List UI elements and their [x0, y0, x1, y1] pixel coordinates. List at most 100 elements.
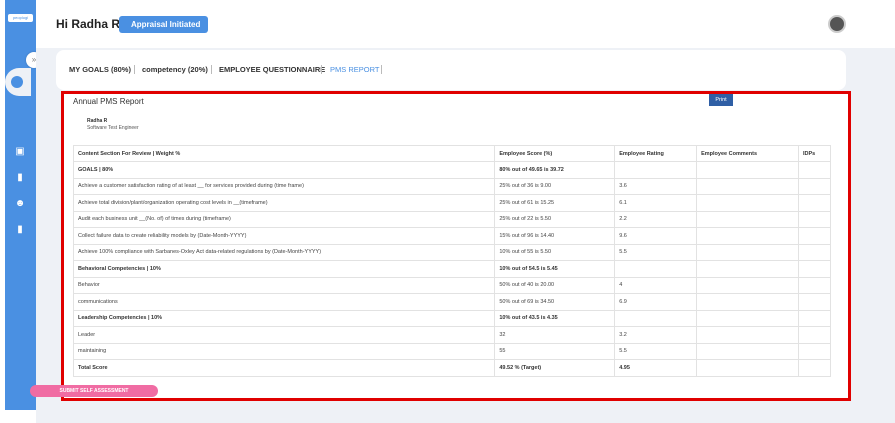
tabs-bar: MY GOALS (80%) competency (20%) EMPLOYEE… — [56, 50, 846, 90]
section-row: GOALS | 80% 80% out of 49.65 is 39.72 — [72, 161, 832, 179]
table-cell: 10% out of 54.5 is 5.45 — [494, 260, 616, 278]
section-row: Leadership Competencies | 10% 10% out of … — [72, 309, 832, 327]
table-cell — [797, 326, 832, 344]
column-header: Content Section For Review | Weight % — [72, 145, 496, 162]
table-cell — [696, 177, 799, 195]
team-icon[interactable]: ☻ — [14, 198, 26, 210]
section-row: Behavioral Competencies | 10% 10% out of … — [72, 260, 832, 278]
table-cell — [614, 309, 698, 327]
table-cell — [696, 260, 799, 278]
print-button[interactable]: Print — [709, 94, 733, 106]
table-cell: Leader — [72, 326, 496, 344]
table-cell: 10% out of 55 is 5.50 — [494, 243, 616, 261]
table-cell — [696, 210, 799, 228]
column-header: Employee Comments — [696, 145, 799, 162]
table-cell — [797, 210, 832, 228]
table-cell — [797, 309, 832, 327]
table-cell — [696, 326, 799, 344]
table-cell: maintaining — [72, 342, 496, 360]
table-cell — [696, 276, 799, 294]
table-cell — [797, 293, 832, 311]
table-cell: 6.1 — [614, 194, 698, 212]
table-cell — [797, 260, 832, 278]
table-cell: 32 — [494, 326, 616, 344]
section-row: Total Score 49.52 % (Target) 4.95 — [72, 359, 832, 377]
table-cell: 10% out of 43.5 is 4.35 — [494, 309, 616, 327]
table-cell: 15% out of 96 is 14.40 — [494, 227, 616, 245]
table-row: Leader 32 3.2 — [72, 326, 832, 344]
table-row: Achieve a customer satisfaction rating o… — [72, 177, 832, 195]
table-cell — [797, 243, 832, 261]
table-cell: 9.6 — [614, 227, 698, 245]
table-row: maintaining 55 5.5 — [72, 342, 832, 360]
sidebar-active-tab[interactable] — [5, 68, 31, 96]
table-header-row: Content Section For Review | Weight % Em… — [72, 145, 832, 162]
header: Hi Radha R Appraisal Initiated — [36, 0, 895, 48]
table-cell: Achieve total division/plant/organizatio… — [72, 194, 496, 212]
column-header: Employee Rating — [614, 145, 698, 162]
table-cell: Collect failure data to create reliabili… — [72, 227, 496, 245]
pms-table: Content Section For Review | Weight % Em… — [72, 145, 832, 377]
table-cell — [797, 276, 832, 294]
table-cell: 25% out of 61 is 15.25 — [494, 194, 616, 212]
table-cell: 5.5 — [614, 342, 698, 360]
table-cell — [696, 293, 799, 311]
tab-pms-report[interactable]: PMS REPORT — [330, 65, 379, 74]
employee-role: Software Test Engineer — [87, 125, 139, 131]
table-cell: 49.52 % (Target) — [494, 359, 616, 377]
tab-competency[interactable]: competency (20%) — [142, 65, 208, 74]
table-row: Behavior 50% out of 40 is 20.00 4 — [72, 276, 832, 294]
report-title: Annual PMS Report — [73, 97, 144, 106]
table-cell: 3.6 — [614, 177, 698, 195]
submit-self-assessment-button[interactable]: SUBMIT SELF ASSESSMENT — [30, 385, 158, 397]
table-cell: GOALS | 80% — [72, 161, 496, 179]
table-row: Audit each business unit __(No. of) of t… — [72, 210, 832, 228]
tab-separator — [321, 65, 322, 74]
table-cell: Audit each business unit __(No. of) of t… — [72, 210, 496, 228]
table-cell — [797, 227, 832, 245]
table-row: Achieve 100% compliance with Sarbanes-Ox… — [72, 243, 832, 261]
table-cell: 50% out of 40 is 20.00 — [494, 276, 616, 294]
table-cell: 3.2 — [614, 326, 698, 344]
table-cell: 5.5 — [614, 243, 698, 261]
avatar[interactable] — [828, 15, 846, 33]
app-logo: peoplogi — [8, 14, 33, 22]
table-cell — [696, 359, 799, 377]
home-icon[interactable]: ▣ — [14, 146, 26, 158]
table-cell: 50% out of 69 is 34.50 — [494, 293, 616, 311]
table-row: Collect failure data to create reliabili… — [72, 227, 832, 245]
table-cell: Behavioral Competencies | 10% — [72, 260, 496, 278]
table-cell: 2.2 — [614, 210, 698, 228]
book-icon[interactable]: ▮ — [14, 172, 26, 184]
table-cell — [797, 359, 832, 377]
main-area: Hi Radha R Appraisal Initiated MY GOALS … — [36, 0, 895, 423]
column-header: IDPs — [797, 145, 832, 162]
table-cell — [797, 161, 832, 179]
tab-employee-questionnaire[interactable]: EMPLOYEE QUESTIONNAIRE — [219, 65, 325, 74]
table-cell — [797, 342, 832, 360]
greeting: Hi Radha R — [56, 17, 121, 31]
table-cell: 4.95 — [614, 359, 698, 377]
table-row: communications 50% out of 69 is 34.50 6.9 — [72, 293, 832, 311]
table-cell: 4 — [614, 276, 698, 294]
doc-icon[interactable]: ▮ — [14, 224, 26, 236]
table-cell — [696, 194, 799, 212]
tab-separator — [211, 65, 212, 74]
table-cell: Achieve a customer satisfaction rating o… — [72, 177, 496, 195]
appraisal-icon — [11, 76, 23, 88]
table-cell: 25% out of 22 is 5.50 — [494, 210, 616, 228]
table-cell — [614, 260, 698, 278]
table-cell — [696, 309, 799, 327]
table-row: Achieve total division/plant/organizatio… — [72, 194, 832, 212]
table-cell: Total Score — [72, 359, 496, 377]
table-cell: 25% out of 36 is 9.00 — [494, 177, 616, 195]
tab-separator — [134, 65, 135, 74]
app-window: peoplogi ▣ ▮ ☻ ▮ » Hi Radha R Appraisal … — [0, 0, 895, 423]
table-cell: 6.9 — [614, 293, 698, 311]
status-badge: Appraisal Initiated — [119, 16, 209, 33]
table-cell: communications — [72, 293, 496, 311]
table-cell: 55 — [494, 342, 616, 360]
tab-my-goals[interactable]: MY GOALS (80%) — [69, 65, 131, 74]
table-cell: Behavior — [72, 276, 496, 294]
table-cell: Leadership Competencies | 10% — [72, 309, 496, 327]
